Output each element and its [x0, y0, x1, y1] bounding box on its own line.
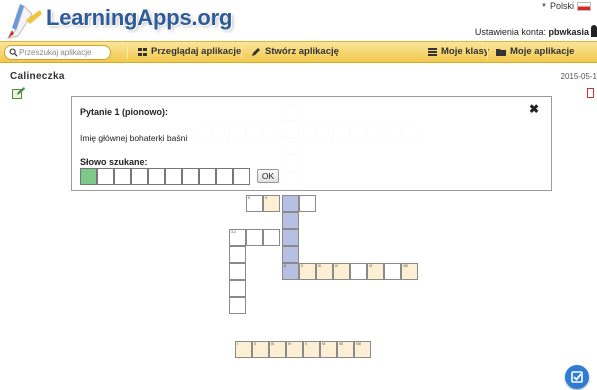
answer-letter-input[interactable]	[165, 168, 182, 185]
crossword-cell[interactable]	[263, 229, 280, 246]
nav-my-apps[interactable]: Moje aplikacje	[496, 46, 574, 57]
nav-create-app[interactable]: Stwórz aplikację	[252, 46, 339, 57]
answer-letter-input[interactable]	[182, 168, 199, 185]
cell-number: 5	[248, 196, 250, 200]
solution-cell[interactable]: IV	[286, 341, 303, 358]
answer-letter-input[interactable]	[216, 168, 233, 185]
question-dialog: Pytanie 1 (pionowo): ✖ Imię głównej boha…	[71, 96, 552, 191]
crossword-cell[interactable]: IV	[333, 263, 350, 280]
nav-browse-label: Przeglądaj aplikacje	[151, 46, 242, 57]
nav-my-classes[interactable]: Moje klasy	[428, 46, 489, 57]
solution-cell[interactable]: I	[235, 341, 252, 358]
crossword-cell[interactable]: 6	[282, 263, 299, 280]
crossword-cell[interactable]: III	[316, 263, 333, 280]
crossword-cell[interactable]	[384, 263, 401, 280]
folder-icon	[496, 48, 506, 56]
solution-cell[interactable]: VI	[320, 341, 337, 358]
cell-roman: I	[237, 342, 238, 346]
crossword-cell[interactable]	[282, 246, 299, 263]
polish-flag-icon	[577, 1, 591, 11]
grid-icon	[138, 47, 147, 56]
account-user: pbwkasia	[548, 27, 589, 37]
solution-cell[interactable]: II	[252, 341, 269, 358]
answer-letter-input[interactable]	[97, 168, 114, 185]
cell-roman: V	[305, 342, 308, 346]
crossword-cell[interactable]: VI	[367, 263, 384, 280]
close-icon[interactable]: ✖	[529, 102, 539, 116]
page-title: Calineczka	[10, 71, 65, 82]
language-selector[interactable]: ▼ Polski	[541, 1, 591, 11]
learningapps-page: { "header": { "logo_text": "LearningApps…	[0, 0, 597, 390]
answer-letter-input[interactable]	[233, 168, 250, 185]
cell-roman: IV	[335, 264, 339, 268]
answer-letter-input[interactable]	[80, 168, 97, 185]
solution-cell[interactable]: VII	[337, 341, 354, 358]
cell-roman: VIII	[403, 264, 409, 268]
dialog-clue: Imię głównej bohaterki baśni	[80, 133, 188, 143]
nav-divider	[127, 46, 128, 59]
crossword-cell[interactable]	[282, 195, 299, 212]
crossword-cell[interactable]	[229, 280, 246, 297]
solution-cell[interactable]: VIII	[354, 341, 371, 358]
crossword-cell[interactable]	[282, 212, 299, 229]
cell-roman: VII	[339, 342, 344, 346]
crossword-cell[interactable]	[229, 297, 246, 314]
solution-cell[interactable]: V	[303, 341, 320, 358]
cell-roman: III	[318, 264, 321, 268]
crossword-cell[interactable]	[350, 263, 367, 280]
cell-roman: VI	[322, 342, 326, 346]
crossword-cell[interactable]: 5	[246, 195, 263, 212]
crossword-cell[interactable]: VIII	[401, 263, 418, 280]
nav-classes-label: Moje klasy	[441, 46, 490, 57]
cell-roman: IV	[288, 342, 292, 346]
nav-divider	[487, 46, 488, 59]
crossword-cell[interactable]: II	[299, 263, 316, 280]
cell-roman: II	[254, 342, 256, 346]
cell-roman: II	[301, 264, 303, 268]
crossword-cell[interactable]	[299, 195, 316, 212]
check-button[interactable]	[565, 365, 589, 389]
publish-date: 2015-05-1	[560, 72, 597, 81]
cell-number: 3,2	[231, 230, 236, 234]
checkmark-icon	[571, 371, 583, 383]
cell-roman: VIII	[356, 342, 362, 346]
cell-roman: III	[271, 342, 274, 346]
dialog-title: Pytanie 1 (pionowo):	[80, 107, 169, 117]
answer-letter-input[interactable]	[148, 168, 165, 185]
nav-create-label: Stwórz aplikację	[265, 46, 339, 57]
cell-roman: VI	[369, 264, 373, 268]
caret-down-icon: ▼	[541, 3, 547, 9]
nav-myapps-label: Moje aplikacje	[510, 46, 575, 57]
user-icon[interactable]	[591, 25, 597, 37]
search-placeholder: Przeszukaj aplikacje	[19, 48, 92, 57]
search-input[interactable]: Przeszukaj aplikacje	[4, 45, 111, 60]
crossword-cell[interactable]	[229, 246, 246, 263]
account-settings[interactable]: Ustawienia konta: pbwkasia	[475, 27, 589, 37]
answer-letter-input[interactable]	[131, 168, 148, 185]
crossword-cell[interactable]	[229, 263, 246, 280]
solution-cell[interactable]: III	[269, 341, 286, 358]
crossword-cell[interactable]	[282, 229, 299, 246]
answer-letter-input[interactable]	[199, 168, 216, 185]
logo-text[interactable]: LearningApps.org	[46, 5, 232, 31]
answer-letter-input[interactable]	[114, 168, 131, 185]
language-label: Polski	[549, 1, 574, 11]
nav-divider	[241, 46, 242, 59]
crossword-cell[interactable]: 3,2	[229, 229, 246, 246]
list-icon	[428, 47, 437, 56]
pdf-icon[interactable]	[587, 88, 594, 98]
account-prefix: Ustawienia konta:	[474, 27, 546, 37]
pencil-icon	[252, 48, 260, 56]
nav-browse-apps[interactable]: Przeglądaj aplikacje	[138, 46, 241, 57]
word-label: Słowo szukane:	[80, 157, 148, 167]
nav-bar: Przeszukaj aplikacje Przeglądaj aplikacj…	[0, 41, 597, 63]
cell-roman: V	[265, 196, 268, 200]
cell-number: 6	[284, 264, 286, 268]
search-icon	[9, 48, 18, 57]
crossword-cell[interactable]	[246, 229, 263, 246]
edit-icon[interactable]	[12, 87, 25, 99]
crossword-cell[interactable]: V	[263, 195, 280, 212]
ok-button[interactable]: OK	[257, 169, 279, 183]
